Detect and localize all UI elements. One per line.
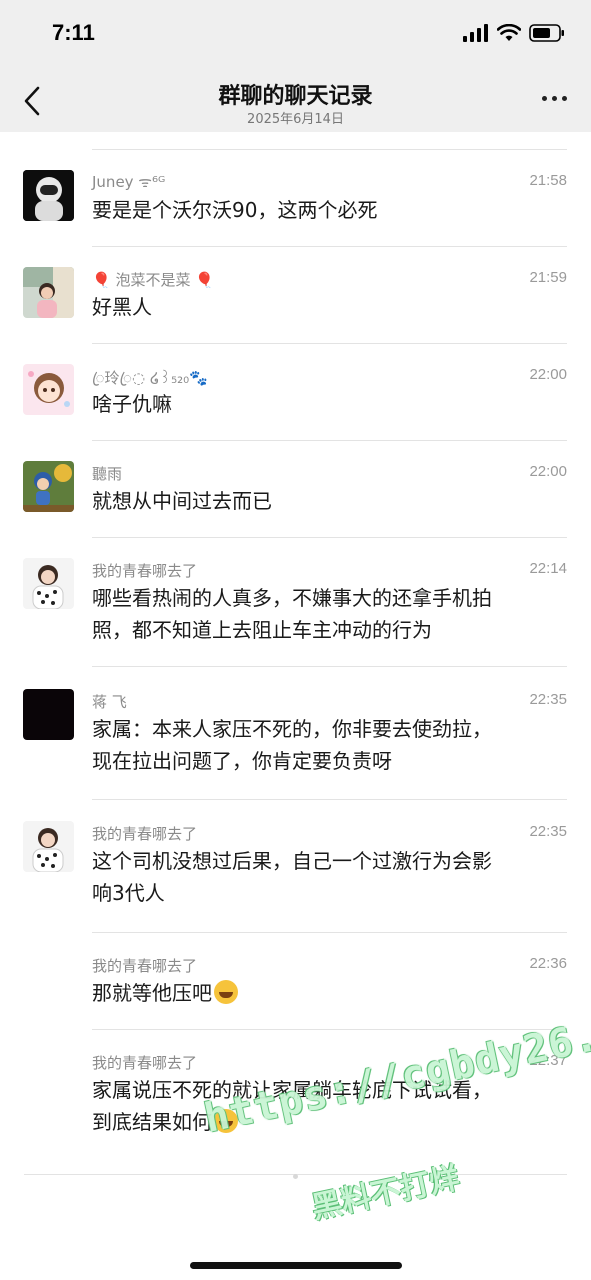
- divider: [92, 440, 567, 441]
- message-text: 就想从中间过去而已: [92, 485, 567, 517]
- message-time: 22:35: [529, 691, 567, 708]
- status-time: 7:11: [52, 20, 95, 45]
- message-text: 家属：本来人家压不死的，你非要去使劲拉， 现在拉出问题了，你肯定要负责呀: [92, 713, 567, 777]
- sender-name: 我的青春哪去了: [92, 957, 198, 975]
- black-avatar[interactable]: [23, 689, 74, 740]
- message-text: 那就等他压吧: [92, 977, 567, 1009]
- message-line: 好黑人: [92, 295, 152, 319]
- girl-photo-image: [23, 267, 74, 318]
- girl-photo-avatar[interactable]: [23, 267, 74, 318]
- sender-name: 我的青春哪去了: [92, 562, 198, 580]
- page-indicator-dot: [293, 1174, 298, 1179]
- anime-girl-image: [23, 364, 74, 415]
- woman-dotted-top-image: [23, 558, 74, 609]
- message-time: 21:59: [529, 269, 567, 286]
- status-bar: 7:11: [0, 0, 591, 70]
- woman-dotted-top-avatar[interactable]: [23, 821, 74, 872]
- astronaut-avatar[interactable]: [23, 170, 74, 221]
- divider: [92, 149, 567, 150]
- sender-name: 我的青春哪去了: [92, 1054, 198, 1072]
- wifi-icon: [497, 24, 521, 41]
- woman-dotted-top-avatar[interactable]: [23, 558, 74, 609]
- boy-figure-avatar[interactable]: [23, 461, 74, 512]
- message-line: 到底结果如何: [92, 1110, 212, 1134]
- page-title: 群聊的聊天记录: [218, 84, 373, 109]
- watermark-label: 黑料不打烊: [308, 1160, 463, 1227]
- sender-name: Juney ᯤ⁶ᴳ: [92, 173, 166, 191]
- message-text: 这个司机没想过后果，自己一个过激行为会影 响3代人: [92, 845, 567, 909]
- divider: [92, 932, 567, 933]
- message-text: 好黑人: [92, 291, 567, 323]
- sender-name: 聽雨: [92, 465, 123, 483]
- message-line: 要是是个沃尔沃90，这两个必死: [92, 198, 378, 222]
- sender-name: 蒋 飞: [92, 693, 127, 711]
- message-time: 22:36: [529, 955, 567, 972]
- message-line: 响3代人: [92, 881, 165, 905]
- message-time: 22:00: [529, 463, 567, 480]
- message-time: 21:58: [529, 172, 567, 189]
- nav-bar: 群聊的聊天记录 2025年6月14日: [0, 70, 591, 132]
- message-line: 啥子仇嘛: [92, 392, 172, 416]
- boy-figure-image: [23, 461, 74, 512]
- message-line: 这个司机没想过后果，自己一个过激行为会影: [92, 849, 492, 873]
- laughing-emoji-icon: [214, 980, 238, 1004]
- sender-name: 🎈 泡菜不是菜 🎈: [92, 271, 214, 289]
- divider: [92, 799, 567, 800]
- message-time: 22:00: [529, 366, 567, 383]
- divider: [92, 1029, 567, 1030]
- message-time: 22:35: [529, 823, 567, 840]
- battery-icon: [529, 24, 564, 42]
- more-options-icon[interactable]: [542, 96, 567, 101]
- message-line: 那就等他压吧: [92, 981, 212, 1005]
- divider: [92, 343, 567, 344]
- message-line: 照，都不知道上去阻止车主冲动的行为: [92, 618, 432, 642]
- message-line: 哪些看热闹的人真多，不嫌事大的还拿手机拍: [92, 586, 492, 610]
- message-line: 现在拉出问题了，你肯定要负责呀: [92, 749, 392, 773]
- message-line: 就想从中间过去而已: [92, 489, 272, 513]
- status-icons: [463, 24, 565, 42]
- woman-dotted-top-image: [23, 821, 74, 872]
- message-line: 家属：本来人家压不死的，你非要去使劲拉，: [92, 717, 492, 741]
- divider: [92, 246, 567, 247]
- astronaut-image: [23, 170, 74, 221]
- signal-icon: [463, 24, 488, 42]
- message-text: 啥子仇嘛: [92, 388, 567, 420]
- home-indicator[interactable]: [190, 1262, 402, 1269]
- message-text: 要是是个沃尔沃90，这两个必死: [92, 194, 567, 226]
- message-time: 22:14: [529, 560, 567, 577]
- divider: [92, 666, 567, 667]
- page-date: 2025年6月14日: [247, 112, 344, 127]
- message-text: 哪些看热闹的人真多，不嫌事大的还拿手机拍 照，都不知道上去阻止车主冲动的行为: [92, 582, 567, 646]
- anime-girl-avatar[interactable]: [23, 364, 74, 415]
- sender-name: 我的青春哪去了: [92, 825, 198, 843]
- divider: [92, 537, 567, 538]
